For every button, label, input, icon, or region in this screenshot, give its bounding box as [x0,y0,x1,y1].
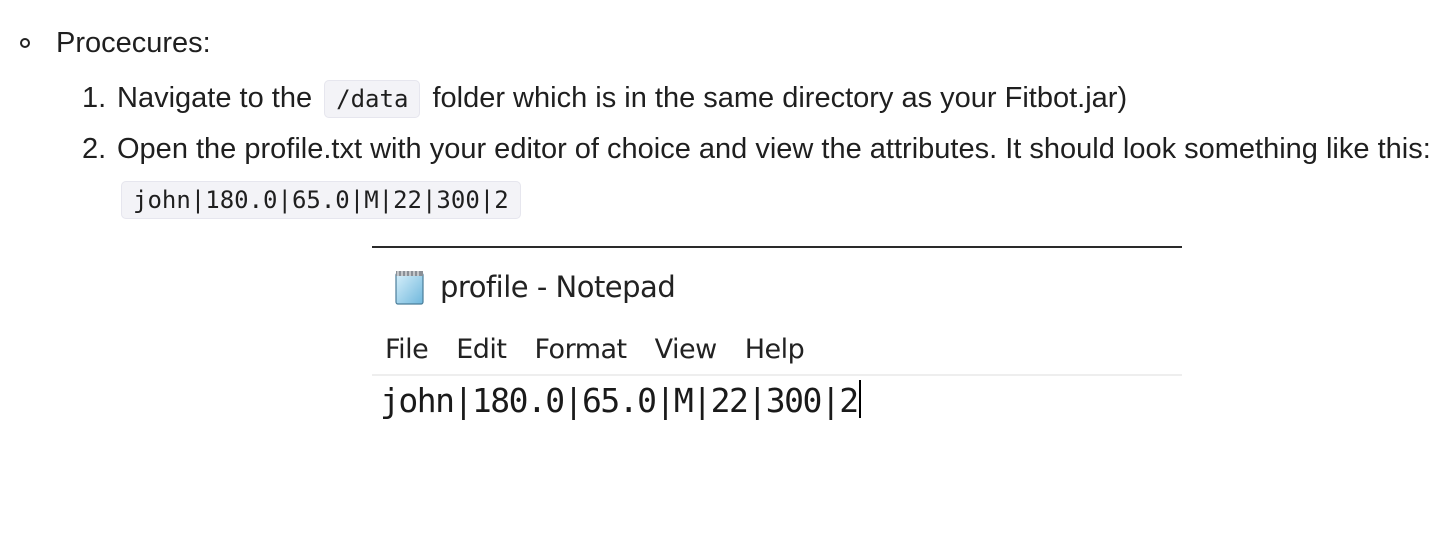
bullet-icon [20,38,30,48]
notepad-content: john|180.0|65.0|M|22|300|2 [380,381,859,420]
menu-view[interactable]: View [655,334,718,365]
menu-format[interactable]: Format [534,334,627,365]
notepad-menubar: File Edit Format View Help [385,334,832,365]
notepad-screenshot: profile - Notepad File Edit Format View … [372,246,1182,428]
step-number: 1. [82,82,107,114]
notepad-divider [372,374,1182,376]
step-text: Open the profile.txt with your editor of… [117,133,1431,165]
step-text: folder which is in the same directory as… [432,82,1128,114]
step-2: 2. Open the profile.txt with your editor… [82,124,1442,225]
notepad-title: profile - Notepad [440,270,676,304]
procedure-steps: 1. Navigate to the /data folder which is… [82,73,1442,225]
step-number: 2. [82,133,107,165]
text-caret [858,380,861,418]
step-text: Navigate to the [117,82,313,114]
inline-code: /data [324,80,421,118]
menu-edit[interactable]: Edit [456,334,507,365]
menu-help[interactable]: Help [745,334,805,365]
step-1: 1. Navigate to the /data folder which is… [82,73,1442,124]
menu-file[interactable]: File [385,334,429,365]
procedures-heading: Procecures: [56,27,211,59]
notepad-text-area[interactable]: john|180.0|65.0|M|22|300|2 [380,380,861,420]
notepad-titlebar: profile - Notepad [372,268,1182,310]
inline-code: john|180.0|65.0|M|22|300|2 [121,181,521,219]
notepad-icon [395,271,424,305]
